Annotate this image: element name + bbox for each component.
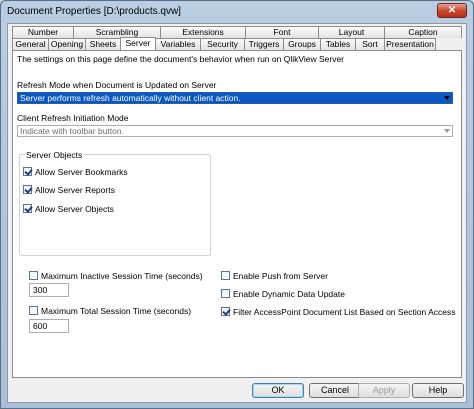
refresh-mode-value: Server performs refresh automatically wi…	[20, 93, 241, 103]
filter-accesspoint-label: Filter AccessPoint Document List Based o…	[233, 307, 456, 317]
cancel-button[interactable]: Cancel	[309, 383, 361, 398]
server-objects-group: Server Objects Allow Server Bookmarks Al…	[19, 150, 211, 256]
chevron-down-icon	[444, 129, 450, 133]
refresh-mode-dropdown[interactable]: Server performs refresh automatically wi…	[17, 92, 453, 104]
refresh-mode-label: Refresh Mode when Document is Updated on…	[17, 80, 217, 90]
allow-server-bookmarks-checkbox[interactable]	[23, 167, 32, 176]
tab-tables[interactable]: Tables	[320, 38, 356, 50]
tab-triggers[interactable]: Triggers	[244, 38, 284, 50]
tab-server[interactable]: Server	[120, 37, 156, 50]
tab-presentation[interactable]: Presentation	[384, 38, 436, 50]
enable-push-label: Enable Push from Server	[233, 271, 328, 281]
tab-sort[interactable]: Sort	[355, 38, 385, 50]
tab-caption[interactable]: Caption	[384, 26, 462, 38]
tab-row-2: General Opening Sheets Server Variables …	[12, 37, 436, 50]
allow-server-reports-checkbox[interactable]	[23, 185, 32, 194]
dynamic-update-checkbox[interactable]	[221, 289, 230, 298]
tab-opening[interactable]: Opening	[48, 38, 86, 50]
server-objects-title: Server Objects	[24, 150, 85, 160]
allow-server-bookmarks-label: Allow Server Bookmarks	[35, 167, 128, 177]
client-refresh-label: Client Refresh Initiation Mode	[17, 113, 129, 123]
server-tab-page: The settings on this page define the doc…	[12, 50, 462, 378]
document-properties-window: Document Properties [D:\products.qvw] ✕ …	[0, 0, 474, 409]
enable-push-checkbox[interactable]	[221, 271, 230, 280]
tab-groups[interactable]: Groups	[283, 38, 321, 50]
window-title: Document Properties [D:\products.qvw]	[7, 6, 181, 17]
title-bar[interactable]: Document Properties [D:\products.qvw] ✕	[1, 1, 473, 23]
tab-font[interactable]: Font	[245, 26, 319, 38]
tab-general[interactable]: General	[12, 38, 49, 50]
allow-server-objects-checkbox[interactable]	[23, 204, 32, 213]
max-total-input[interactable]: 600	[29, 319, 69, 333]
max-inactive-checkbox[interactable]	[29, 271, 38, 280]
tab-variables[interactable]: Variables	[155, 38, 201, 50]
max-inactive-label: Maximum Inactive Session Time (seconds)	[41, 271, 203, 281]
tab-layout[interactable]: Layout	[318, 26, 385, 38]
allow-server-reports-label: Allow Server Reports	[35, 185, 115, 195]
tab-extensions[interactable]: Extensions	[160, 26, 246, 38]
client-refresh-value: Indicate with toolbar button.	[20, 126, 124, 136]
dialog-client: Number Scrambling Extensions Font Layout…	[7, 23, 467, 403]
filter-accesspoint-checkbox[interactable]	[221, 307, 230, 316]
tab-number[interactable]: Number	[12, 26, 74, 38]
tab-row-1: Number Scrambling Extensions Font Layout…	[12, 26, 462, 38]
chevron-down-icon	[444, 96, 450, 100]
client-refresh-dropdown[interactable]: Indicate with toolbar button.	[17, 125, 453, 137]
help-button[interactable]: Help	[412, 383, 464, 398]
page-description: The settings on this page define the doc…	[17, 54, 345, 64]
apply-button[interactable]: Apply	[358, 383, 410, 398]
tab-security[interactable]: Security	[200, 38, 245, 50]
max-inactive-input[interactable]: 300	[29, 283, 69, 297]
allow-server-objects-label: Allow Server Objects	[35, 204, 114, 214]
close-button[interactable]: ✕	[437, 3, 467, 18]
tab-sheets[interactable]: Sheets	[85, 38, 121, 50]
ok-button[interactable]: OK	[252, 383, 304, 398]
dynamic-update-label: Enable Dynamic Data Update	[233, 289, 345, 299]
max-total-label: Maximum Total Session Time (seconds)	[41, 306, 192, 316]
max-total-checkbox[interactable]	[29, 306, 38, 315]
